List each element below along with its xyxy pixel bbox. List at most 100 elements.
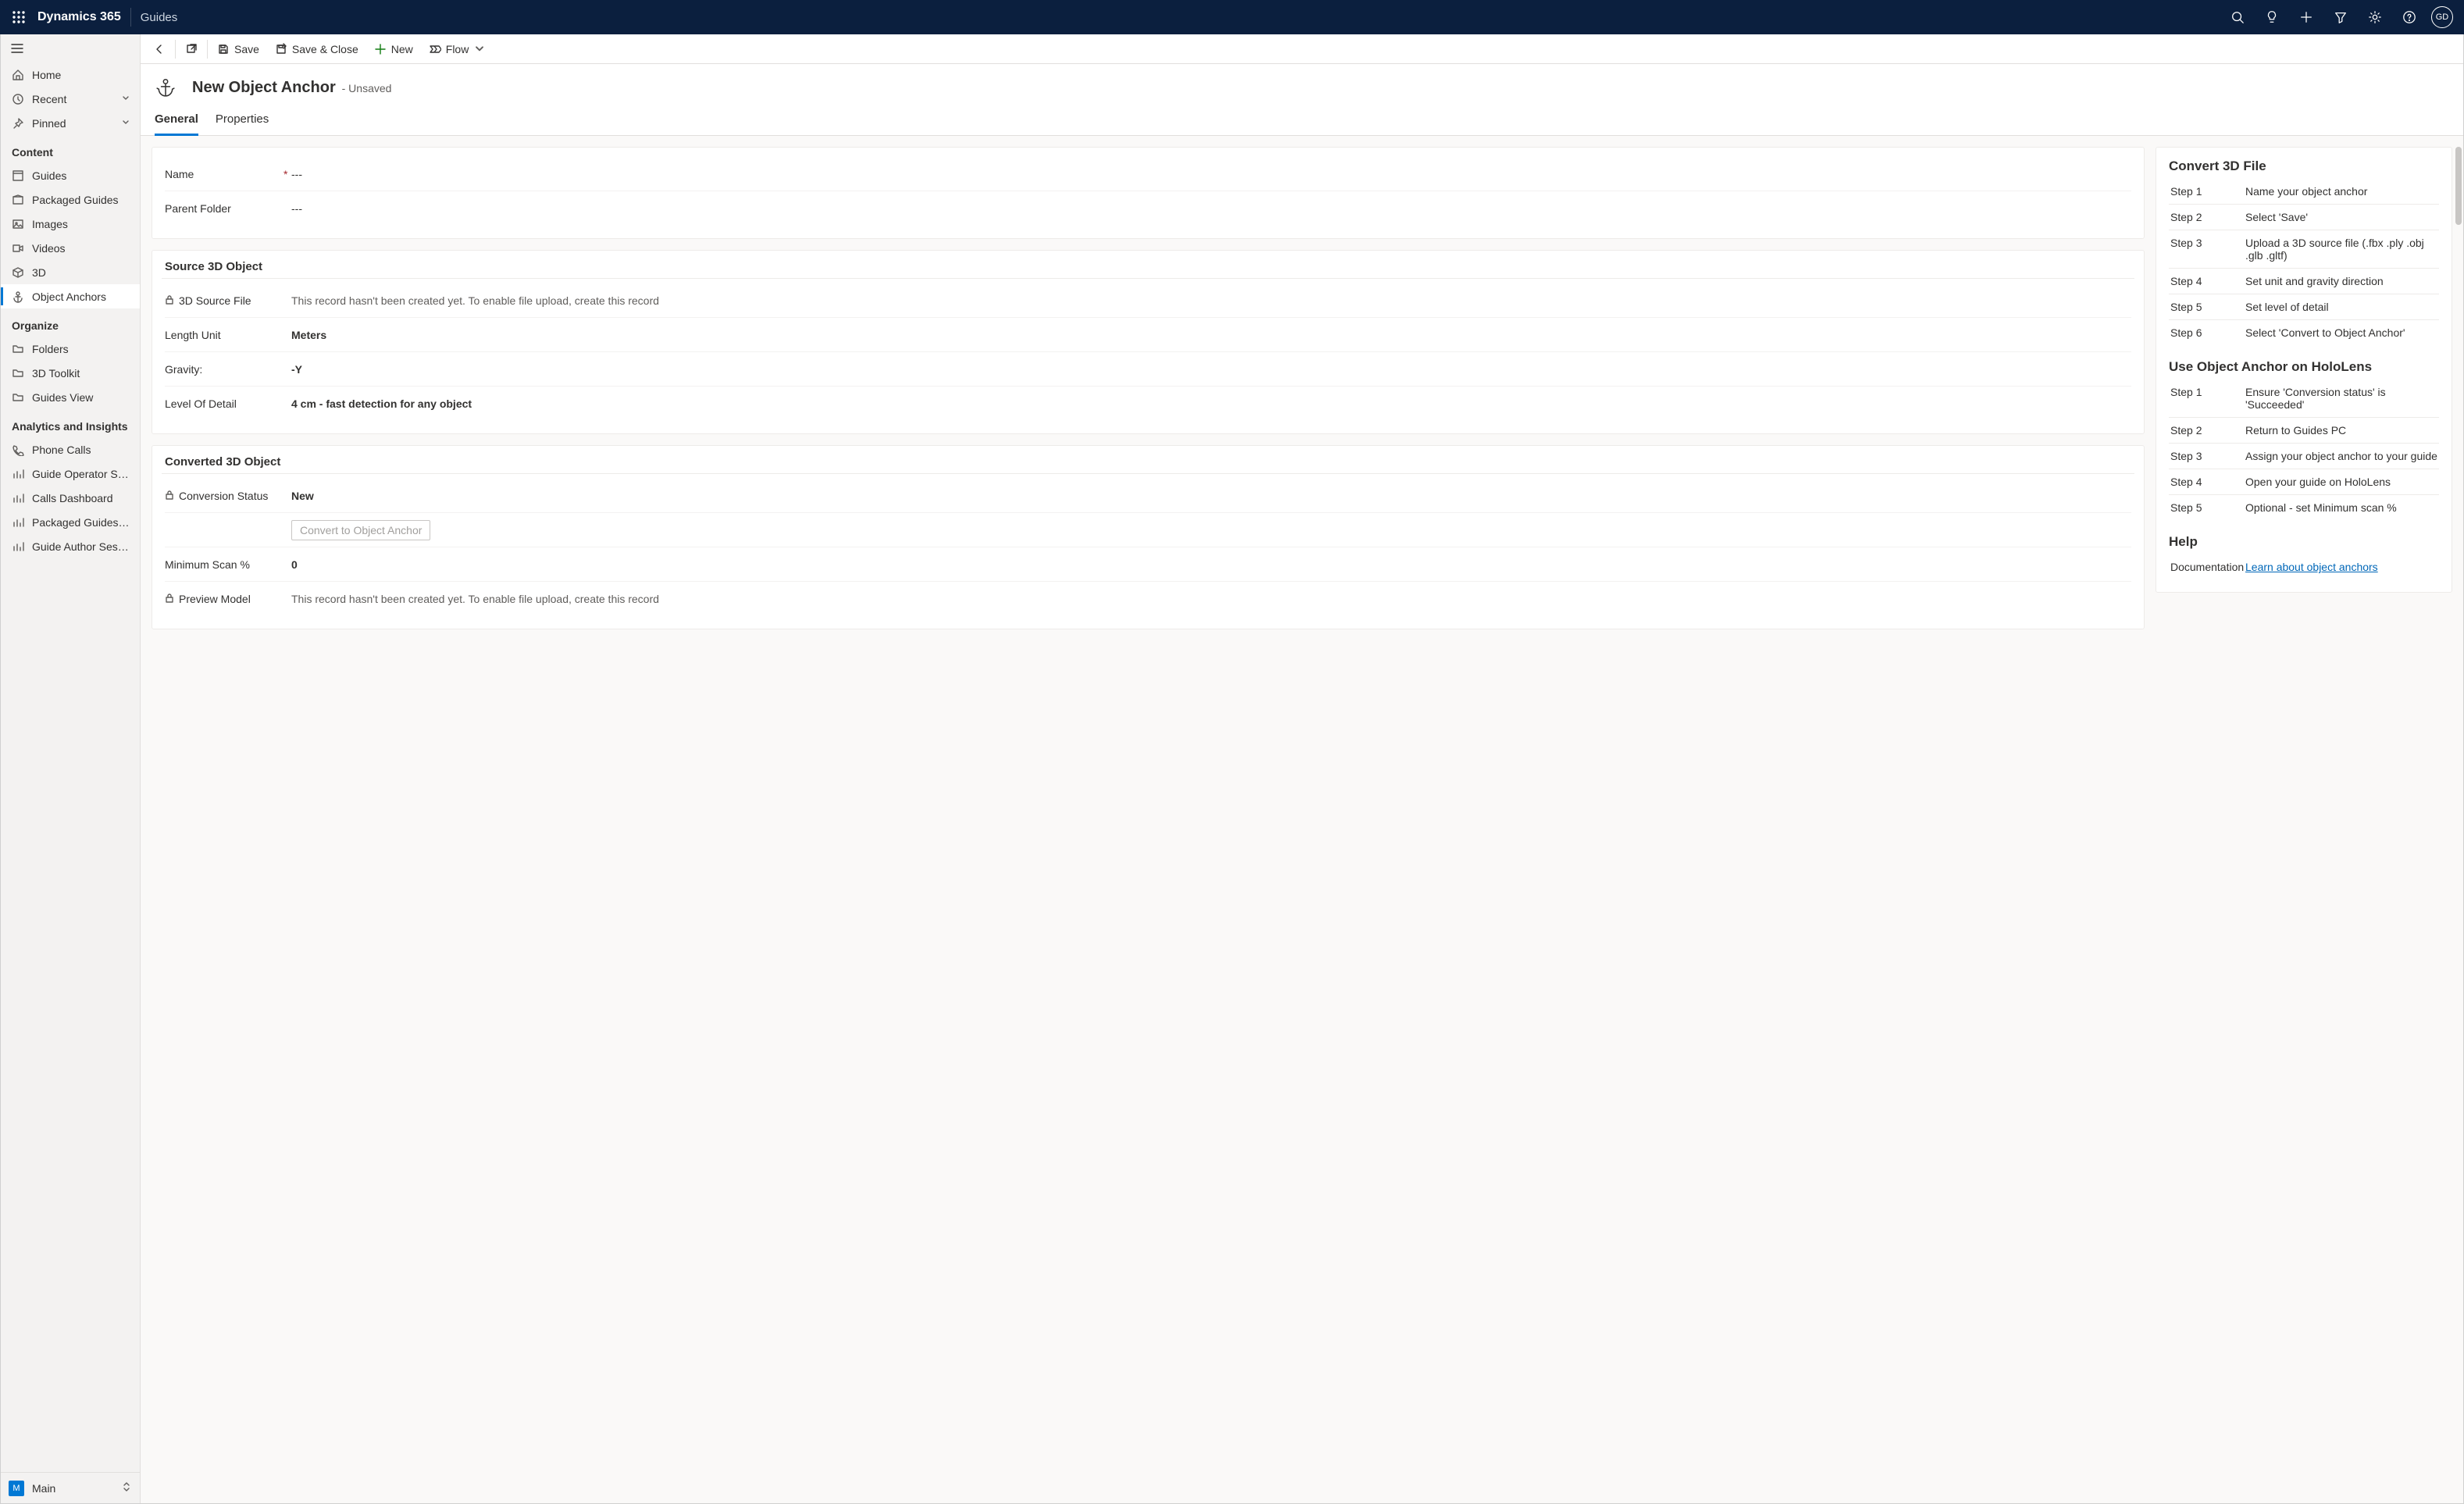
brand-label[interactable]: Dynamics 365 bbox=[37, 10, 121, 24]
anchor-icon bbox=[12, 290, 24, 303]
home-icon bbox=[12, 69, 24, 81]
field-length-unit[interactable]: Length Unit Meters bbox=[165, 318, 2131, 352]
step-row: Step 5 Set level of detail bbox=[2169, 294, 2439, 320]
nav-phone-calls[interactable]: Phone Calls bbox=[1, 437, 140, 462]
lightbulb-icon[interactable] bbox=[2256, 2, 2287, 33]
field-convert-action: Convert to Object Anchor bbox=[165, 513, 2131, 547]
doc-link[interactable]: Learn about object anchors bbox=[2245, 561, 2378, 573]
nav-label: Object Anchors bbox=[32, 290, 130, 303]
scrollbar[interactable] bbox=[2455, 147, 2462, 1492]
updown-icon bbox=[121, 1481, 132, 1495]
tab-general[interactable]: General bbox=[155, 106, 198, 136]
add-icon[interactable] bbox=[2291, 2, 2322, 33]
chevron-down-icon bbox=[473, 43, 486, 55]
video-icon bbox=[12, 242, 24, 255]
doc-label: Documentation bbox=[2170, 561, 2238, 573]
open-new-window-button[interactable] bbox=[177, 35, 205, 63]
help-heading: Help bbox=[2169, 534, 2439, 550]
nav-operator-sessions[interactable]: Guide Operator Sessi... bbox=[1, 462, 140, 486]
help-panel: Convert 3D File Step 1Name your object a… bbox=[2156, 147, 2452, 593]
step-key: Step 2 bbox=[2170, 424, 2238, 437]
cmd-separator bbox=[175, 40, 176, 59]
field-value: 4 cm - fast detection for any object bbox=[291, 397, 2131, 410]
field-label: 3D Source File bbox=[179, 294, 251, 307]
field-value: Meters bbox=[291, 329, 2131, 341]
folder-icon bbox=[12, 343, 24, 355]
phone-icon bbox=[12, 444, 24, 456]
global-header: Dynamics 365 Guides GD bbox=[0, 0, 2464, 34]
nav-label: Packaged Guides Op... bbox=[32, 516, 130, 529]
area-switcher[interactable]: M Main bbox=[1, 1472, 140, 1503]
step-key: Step 4 bbox=[2170, 476, 2238, 488]
field-min-scan[interactable]: Minimum Scan % 0 bbox=[165, 547, 2131, 582]
book-icon bbox=[12, 169, 24, 182]
use-heading: Use Object Anchor on HoloLens bbox=[2169, 359, 2439, 375]
step-key: Step 1 bbox=[2170, 185, 2238, 198]
field-parent-folder[interactable]: Parent Folder --- bbox=[165, 191, 2131, 226]
field-value: -Y bbox=[291, 363, 2131, 376]
chart-icon bbox=[12, 540, 24, 553]
tab-properties[interactable]: Properties bbox=[216, 106, 269, 135]
field-source-file[interactable]: 3D Source File This record hasn't been c… bbox=[165, 283, 2131, 318]
step-value: Select 'Convert to Object Anchor' bbox=[2245, 326, 2437, 339]
help-icon[interactable] bbox=[2394, 2, 2425, 33]
nav-label: Folders bbox=[32, 343, 130, 355]
nav-3d-toolkit[interactable]: 3D Toolkit bbox=[1, 361, 140, 385]
nav-guides-view[interactable]: Guides View bbox=[1, 385, 140, 409]
nav-3d[interactable]: 3D bbox=[1, 260, 140, 284]
nav-collapse-icon[interactable] bbox=[1, 34, 140, 62]
step-key: Step 5 bbox=[2170, 301, 2238, 313]
back-button[interactable] bbox=[145, 35, 173, 63]
nav-label: Guide Operator Sessi... bbox=[32, 468, 130, 480]
chart-icon bbox=[12, 492, 24, 504]
nav-author-sessions[interactable]: Guide Author Sessions bbox=[1, 534, 140, 558]
step-value: Set level of detail bbox=[2245, 301, 2437, 313]
field-preview-model[interactable]: Preview Model This record hasn't been cr… bbox=[165, 582, 2131, 616]
field-label: Name bbox=[165, 168, 194, 180]
app-launcher-icon[interactable] bbox=[6, 5, 31, 30]
field-lod[interactable]: Level Of Detail 4 cm - fast detection fo… bbox=[165, 387, 2131, 421]
area-name: Main bbox=[32, 1482, 121, 1495]
search-icon[interactable] bbox=[2222, 2, 2253, 33]
step-value: Ensure 'Conversion status' is 'Succeeded… bbox=[2245, 386, 2437, 411]
clock-icon bbox=[12, 93, 24, 105]
section-heading: Converted 3D Object bbox=[165, 455, 2131, 469]
nav-packaged-operator[interactable]: Packaged Guides Op... bbox=[1, 510, 140, 534]
step-value: Open your guide on HoloLens bbox=[2245, 476, 2437, 488]
user-avatar[interactable]: GD bbox=[2431, 6, 2453, 28]
step-key: Step 6 bbox=[2170, 326, 2238, 339]
field-conversion-status[interactable]: Conversion Status New bbox=[165, 479, 2131, 513]
nav-folders[interactable]: Folders bbox=[1, 337, 140, 361]
save-close-button[interactable]: Save & Close bbox=[267, 35, 366, 63]
nav-packaged-guides[interactable]: Packaged Guides bbox=[1, 187, 140, 212]
nav-label: 3D bbox=[32, 266, 130, 279]
nav-object-anchors[interactable]: Object Anchors bbox=[1, 284, 140, 308]
chevron-down-icon bbox=[121, 117, 130, 130]
nav-calls-dashboard[interactable]: Calls Dashboard bbox=[1, 486, 140, 510]
lock-icon bbox=[165, 593, 174, 605]
nav-images[interactable]: Images bbox=[1, 212, 140, 236]
step-row: Step 4 Open your guide on HoloLens bbox=[2169, 469, 2439, 495]
nav-videos[interactable]: Videos bbox=[1, 236, 140, 260]
field-label: Length Unit bbox=[165, 329, 221, 341]
flow-button[interactable]: Flow bbox=[421, 35, 494, 63]
nav-pinned[interactable]: Pinned bbox=[1, 111, 140, 135]
field-gravity[interactable]: Gravity: -Y bbox=[165, 352, 2131, 387]
nav-guides[interactable]: Guides bbox=[1, 163, 140, 187]
step-key: Step 4 bbox=[2170, 275, 2238, 287]
field-name[interactable]: Name * --- bbox=[165, 157, 2131, 191]
filter-icon[interactable] bbox=[2325, 2, 2356, 33]
app-name-label[interactable]: Guides bbox=[141, 11, 178, 24]
step-row: Step 1Name your object anchor bbox=[2169, 179, 2439, 205]
header-divider bbox=[130, 8, 131, 27]
new-button[interactable]: New bbox=[366, 35, 421, 63]
nav-label: Packaged Guides bbox=[32, 194, 130, 206]
section-heading: Source 3D Object bbox=[165, 260, 2131, 273]
nav-label: Home bbox=[32, 69, 130, 81]
nav-recent[interactable]: Recent bbox=[1, 87, 140, 111]
save-button[interactable]: Save bbox=[209, 35, 267, 63]
gear-icon[interactable] bbox=[2359, 2, 2391, 33]
record-header: New Object Anchor - Unsaved bbox=[141, 64, 2463, 100]
nav-home[interactable]: Home bbox=[1, 62, 140, 87]
anchor-icon bbox=[153, 75, 178, 100]
